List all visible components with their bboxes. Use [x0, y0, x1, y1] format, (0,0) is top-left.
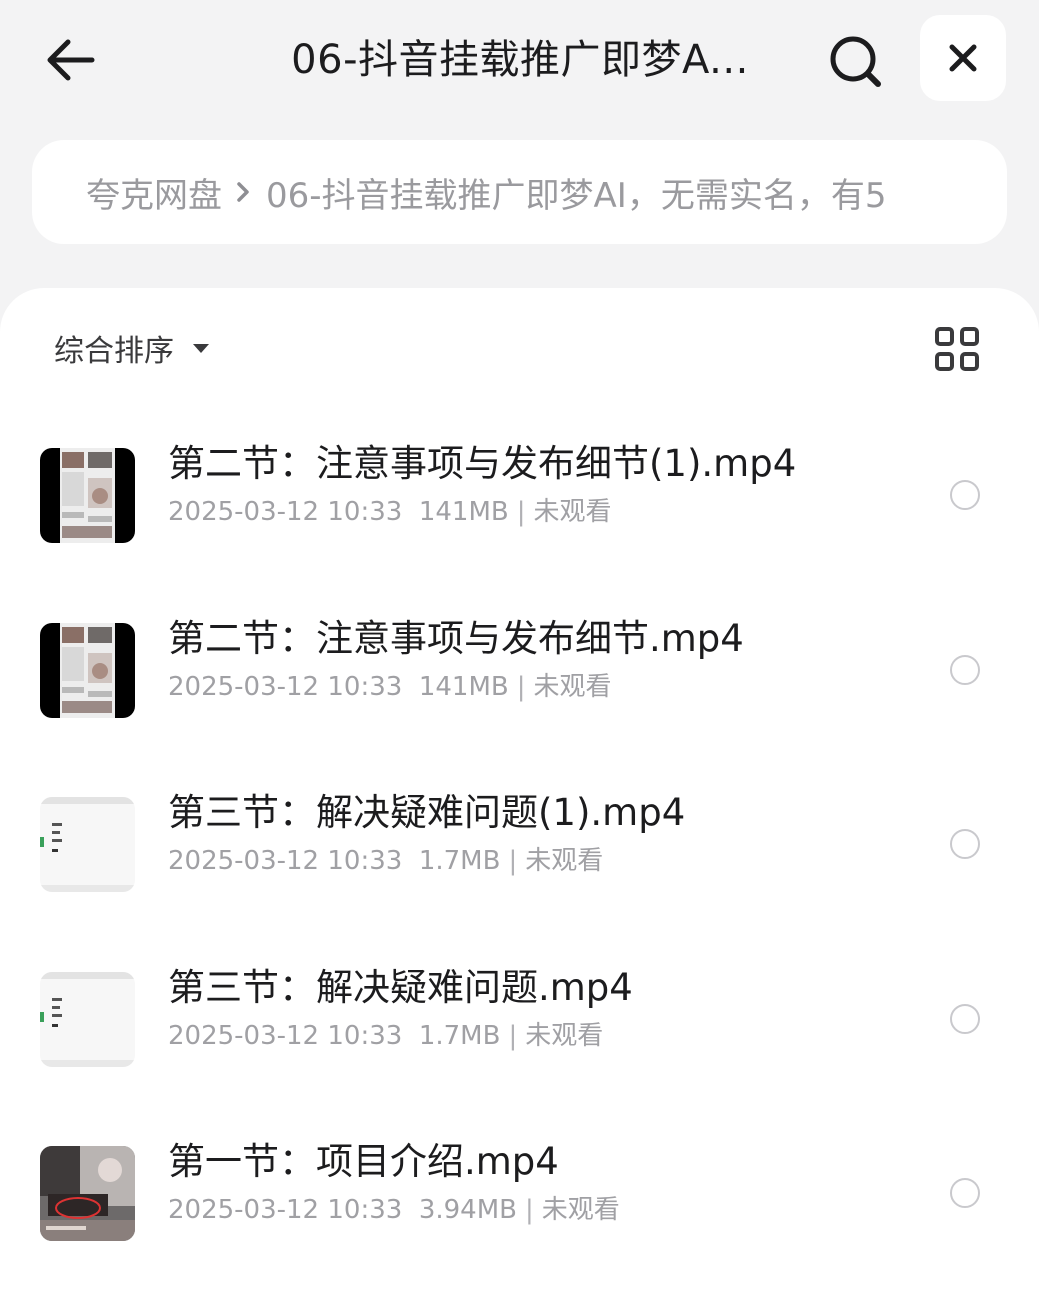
select-radio[interactable]	[950, 829, 980, 859]
file-row[interactable]: 第三节：解决疑难问题.mp4 2025-03-12 10:33 1.7MB | 未观看	[0, 950, 1039, 1090]
file-meta: 2025-03-12 10:33 1.7MB | 未观看	[168, 1018, 603, 1054]
file-meta: 2025-03-12 10:33 141MB | 未观看	[168, 494, 612, 530]
meta-divider: |	[516, 671, 526, 702]
file-name: 第三节：解决疑难问题.mp4	[168, 965, 633, 1009]
page-title: 06-抖音挂载推广即梦A...	[291, 37, 749, 83]
file-date: 2025-03-12 10:33	[168, 497, 403, 527]
file-name: 第二节：注意事项与发布细节.mp4	[168, 616, 744, 660]
breadcrumb-root[interactable]: 夸克网盘	[86, 168, 222, 217]
video-thumbnail	[40, 971, 135, 1067]
search-button[interactable]	[822, 28, 888, 94]
select-radio[interactable]	[950, 1178, 980, 1208]
select-radio[interactable]	[950, 480, 980, 510]
file-row[interactable]: 第二节：注意事项与发布细节(1).mp4 2025-03-12 10:33 141…	[0, 426, 1039, 566]
file-row[interactable]: 第一节：项目介绍.mp4 2025-03-12 10:33 3.94MB | 未观看	[0, 1124, 1039, 1264]
file-date: 2025-03-12 10:33	[168, 671, 403, 702]
file-size: 141MB	[418, 671, 509, 702]
file-size: 141MB	[418, 497, 509, 527]
file-row[interactable]: 第二节：注意事项与发布细节.mp4 2025-03-12 10:33 141MB |…	[0, 601, 1039, 741]
watch-status: 未观看	[533, 497, 612, 527]
arrow-left-icon	[47, 39, 95, 81]
video-thumbnail	[40, 448, 135, 543]
search-icon	[830, 36, 881, 87]
file-name: 第一节：项目介绍.mp4	[168, 1140, 559, 1183]
file-date: 2025-03-12 10:33	[168, 846, 403, 876]
breadcrumb-current: 06-抖音挂载推广即梦AI，无需实名，有5	[266, 175, 887, 216]
top-bar: 06-抖音挂载推广即梦A...	[0, 0, 1039, 120]
select-radio[interactable]	[950, 654, 980, 685]
sort-label: 综合排序	[54, 334, 174, 369]
video-thumbnail	[40, 797, 135, 892]
chevron-right-icon	[236, 181, 250, 203]
file-size: 1.7MB	[418, 1020, 501, 1051]
meta-divider: |	[525, 1195, 534, 1225]
sort-dropdown[interactable]: 综合排序	[54, 328, 210, 369]
file-row[interactable]: 第三节：解决疑难问题(1).mp4 2025-03-12 10:33 1.7MB |…	[0, 775, 1039, 915]
meta-divider: |	[508, 1020, 518, 1051]
file-name: 第三节：解决疑难问题(1).mp4	[168, 791, 686, 834]
watch-status: 未观看	[533, 671, 612, 702]
grid-view-icon	[935, 327, 979, 371]
breadcrumb: 夸克网盘 06-抖音挂载推广即梦AI，无需实名，有5	[32, 140, 1007, 244]
close-button[interactable]	[920, 15, 1006, 101]
meta-divider: |	[516, 497, 526, 527]
select-radio[interactable]	[950, 1003, 980, 1034]
file-size: 1.7MB	[418, 846, 501, 876]
file-name: 第二节：注意事项与发布细节(1).mp4	[168, 442, 797, 485]
video-thumbnail	[40, 1146, 135, 1241]
video-thumbnail	[40, 622, 135, 718]
file-meta: 2025-03-12 10:33 141MB | 未观看	[168, 669, 612, 705]
caret-down-icon	[192, 342, 210, 354]
file-date: 2025-03-12 10:33	[168, 1195, 403, 1225]
watch-status: 未观看	[541, 1195, 620, 1225]
meta-divider: |	[508, 846, 518, 876]
file-meta: 2025-03-12 10:33 3.94MB | 未观看	[168, 1192, 620, 1228]
watch-status: 未观看	[525, 1020, 604, 1051]
file-date: 2025-03-12 10:33	[168, 1020, 403, 1051]
file-meta: 2025-03-12 10:33 1.7MB | 未观看	[168, 843, 603, 879]
watch-status: 未观看	[525, 846, 604, 876]
close-icon	[949, 44, 977, 72]
grid-view-toggle[interactable]	[934, 326, 980, 372]
file-size: 3.94MB	[418, 1195, 517, 1225]
back-button[interactable]	[40, 30, 100, 90]
file-list-panel: 综合排序 第二节：注意事项与发布细节(1).mp4 2025-03-12 10:3…	[0, 288, 1039, 1298]
